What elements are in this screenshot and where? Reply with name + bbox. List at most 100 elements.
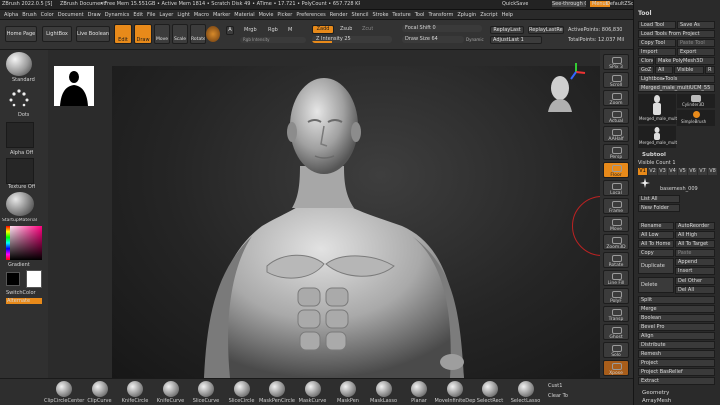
shelf-aahalf-button[interactable]: AAHalf — [603, 126, 629, 142]
copy-button[interactable]: Copy — [638, 249, 674, 257]
shelf-floor-button[interactable]: Floor — [603, 162, 629, 178]
brush-selectrect[interactable]: SelectRect — [470, 381, 510, 404]
shelf-solo-button[interactable]: Solo — [603, 342, 629, 358]
menu-preferences[interactable]: Preferences — [296, 12, 325, 18]
hue-strip[interactable] — [6, 226, 10, 260]
menu-render[interactable]: Render — [330, 12, 348, 18]
rotate-button[interactable]: Rotate — [190, 24, 206, 44]
brush-maskpencircle[interactable]: MaskPenCircle — [257, 381, 297, 404]
menu-brush[interactable]: Brush — [22, 12, 36, 18]
move-button[interactable]: Move — [154, 24, 170, 44]
tool-thumb-merged[interactable]: Merged_male_mult — [638, 94, 677, 124]
menu-tool[interactable]: Tool — [415, 12, 425, 18]
new-folder-button[interactable]: New Folder — [638, 204, 680, 212]
standard-brush-icon[interactable] — [6, 52, 32, 76]
shelf-frame-button[interactable]: Frame — [603, 198, 629, 214]
subtool-tab-v6[interactable]: V6 — [688, 168, 697, 175]
rename-button[interactable]: Rename — [638, 222, 674, 230]
switch-color-button[interactable]: SwitchColor — [6, 290, 36, 296]
all-high-button[interactable]: All High — [675, 231, 715, 239]
menu-marker[interactable]: Marker — [213, 12, 230, 18]
brush-knifecircle[interactable]: KnifeCircle — [115, 381, 155, 404]
subtool-tab-v8[interactable]: V8 — [708, 168, 717, 175]
distribute-menu[interactable]: Distribute — [638, 341, 715, 349]
main-color-swatch[interactable] — [26, 270, 42, 288]
current-tool-slider[interactable]: Merged_male_multiUCM_55 — [638, 84, 715, 92]
shelf-scroll-button[interactable]: Scroll — [603, 72, 629, 88]
visible-button[interactable]: Visible — [674, 66, 704, 74]
project-basrelief-menu[interactable]: Project BasRelief — [638, 368, 715, 376]
menu-layer[interactable]: Layer — [159, 12, 173, 18]
draw-size-slider[interactable]: Draw Size 64 — [402, 36, 464, 43]
visible-count-slider[interactable]: Visible Count 1 — [638, 160, 676, 166]
tool-thumb-merged-2[interactable]: Merged_male_mult — [638, 126, 677, 148]
menu-file[interactable]: File — [147, 12, 155, 18]
brush-masklasso[interactable]: MaskLasso — [364, 381, 404, 404]
mrgb-button[interactable]: Mrgb — [244, 27, 257, 33]
subtool-tab-v2[interactable]: V2 — [648, 168, 657, 175]
secondary-color-swatch[interactable] — [6, 272, 20, 286]
focal-shift-slider[interactable]: Focal Shift 0 — [402, 25, 482, 32]
subtool-tab-v3[interactable]: V3 — [658, 168, 667, 175]
alpha-slot-icon[interactable] — [6, 122, 34, 148]
subtool-tab-v4[interactable]: V4 — [668, 168, 677, 175]
alternate-button[interactable]: Alternate — [6, 298, 42, 304]
tool-thumb-simplebrush[interactable]: SimpleBrush — [677, 110, 715, 126]
all-to-home-button[interactable]: All To Home — [638, 240, 674, 248]
subtool-header[interactable]: Subtool — [642, 152, 666, 158]
list-all-button[interactable]: List All — [638, 195, 680, 203]
goz-button[interactable]: GoZ — [638, 66, 654, 74]
remesh-menu[interactable]: Remesh — [638, 350, 715, 358]
texture-slot-icon[interactable] — [6, 158, 34, 184]
zadd-button[interactable]: Zadd — [312, 25, 334, 34]
menu-dynamics[interactable]: Dynamics — [105, 12, 130, 18]
insert-button[interactable]: Insert — [675, 267, 715, 275]
quicksave-button[interactable]: QuickSave — [502, 1, 528, 7]
home-page-button[interactable]: Home Page — [5, 26, 37, 42]
shelf-actual-button[interactable]: Actual — [603, 108, 629, 124]
load-tools-from-project-button[interactable]: Load Tools From Project — [638, 30, 715, 38]
del-other-button[interactable]: Del Other — [675, 277, 715, 285]
delete-button[interactable]: Delete — [638, 277, 674, 293]
duplicate-button[interactable]: Duplicate — [638, 258, 674, 274]
edit-button[interactable]: Edit — [114, 24, 132, 44]
save-as-button[interactable]: Save As — [677, 21, 715, 29]
shelf-spix-3-button[interactable]: SPix 3 — [603, 54, 629, 70]
menu-texture[interactable]: Texture — [392, 12, 410, 18]
shelf-transp-button[interactable]: Transp — [603, 306, 629, 322]
bevel-pro-menu[interactable]: Bevel Pro — [638, 323, 715, 331]
menu-movie[interactable]: Movie — [259, 12, 274, 18]
viewport-canvas[interactable] — [112, 66, 600, 378]
paste-tool-button[interactable]: Paste Tool — [677, 39, 715, 47]
brush-knifecurve[interactable]: KnifeCurve — [151, 381, 191, 404]
r-button[interactable]: R — [705, 66, 715, 74]
shelf-move-button[interactable]: Move — [603, 216, 629, 232]
export-button[interactable]: Export — [677, 48, 715, 56]
geometry-header[interactable]: Geometry — [642, 390, 669, 396]
brush-planar[interactable]: Planar — [399, 381, 439, 404]
menu-transform[interactable]: Transform — [428, 12, 453, 18]
menu-edit[interactable]: Edit — [133, 12, 143, 18]
shelf-line-fill-button[interactable]: Line Fill — [603, 270, 629, 286]
axis-gizmo-icon[interactable] — [566, 62, 586, 82]
menu-alpha[interactable]: Alpha — [4, 12, 18, 18]
extract-menu[interactable]: Extract — [638, 377, 715, 385]
merge-menu[interactable]: Merge — [638, 305, 715, 313]
menu-stroke[interactable]: Stroke — [372, 12, 388, 18]
replay-last-button[interactable]: ReplayLast — [490, 26, 524, 34]
replay-last-rel-button[interactable]: ReplayLastRel — [528, 26, 564, 34]
menu-help[interactable]: Help — [502, 12, 513, 18]
brush-maskcurve[interactable]: MaskCurve — [293, 381, 333, 404]
dots-stroke-icon[interactable] — [5, 86, 33, 112]
load-tool-button[interactable]: Load Tool — [638, 21, 676, 29]
project-menu[interactable]: Project — [638, 359, 715, 367]
menu-color[interactable]: Color — [41, 12, 54, 18]
menu-material[interactable]: Material — [234, 12, 254, 18]
paste-button[interactable]: Paste — [675, 249, 715, 257]
align-menu[interactable]: Align — [638, 332, 715, 340]
clone-button[interactable]: Clone — [638, 57, 654, 65]
brush-maskpen[interactable]: MaskPen — [328, 381, 368, 404]
material-sphere-icon[interactable] — [206, 26, 220, 42]
menu-draw[interactable]: Draw — [88, 12, 101, 18]
shelf-zoom-button[interactable]: Zoom — [603, 90, 629, 106]
